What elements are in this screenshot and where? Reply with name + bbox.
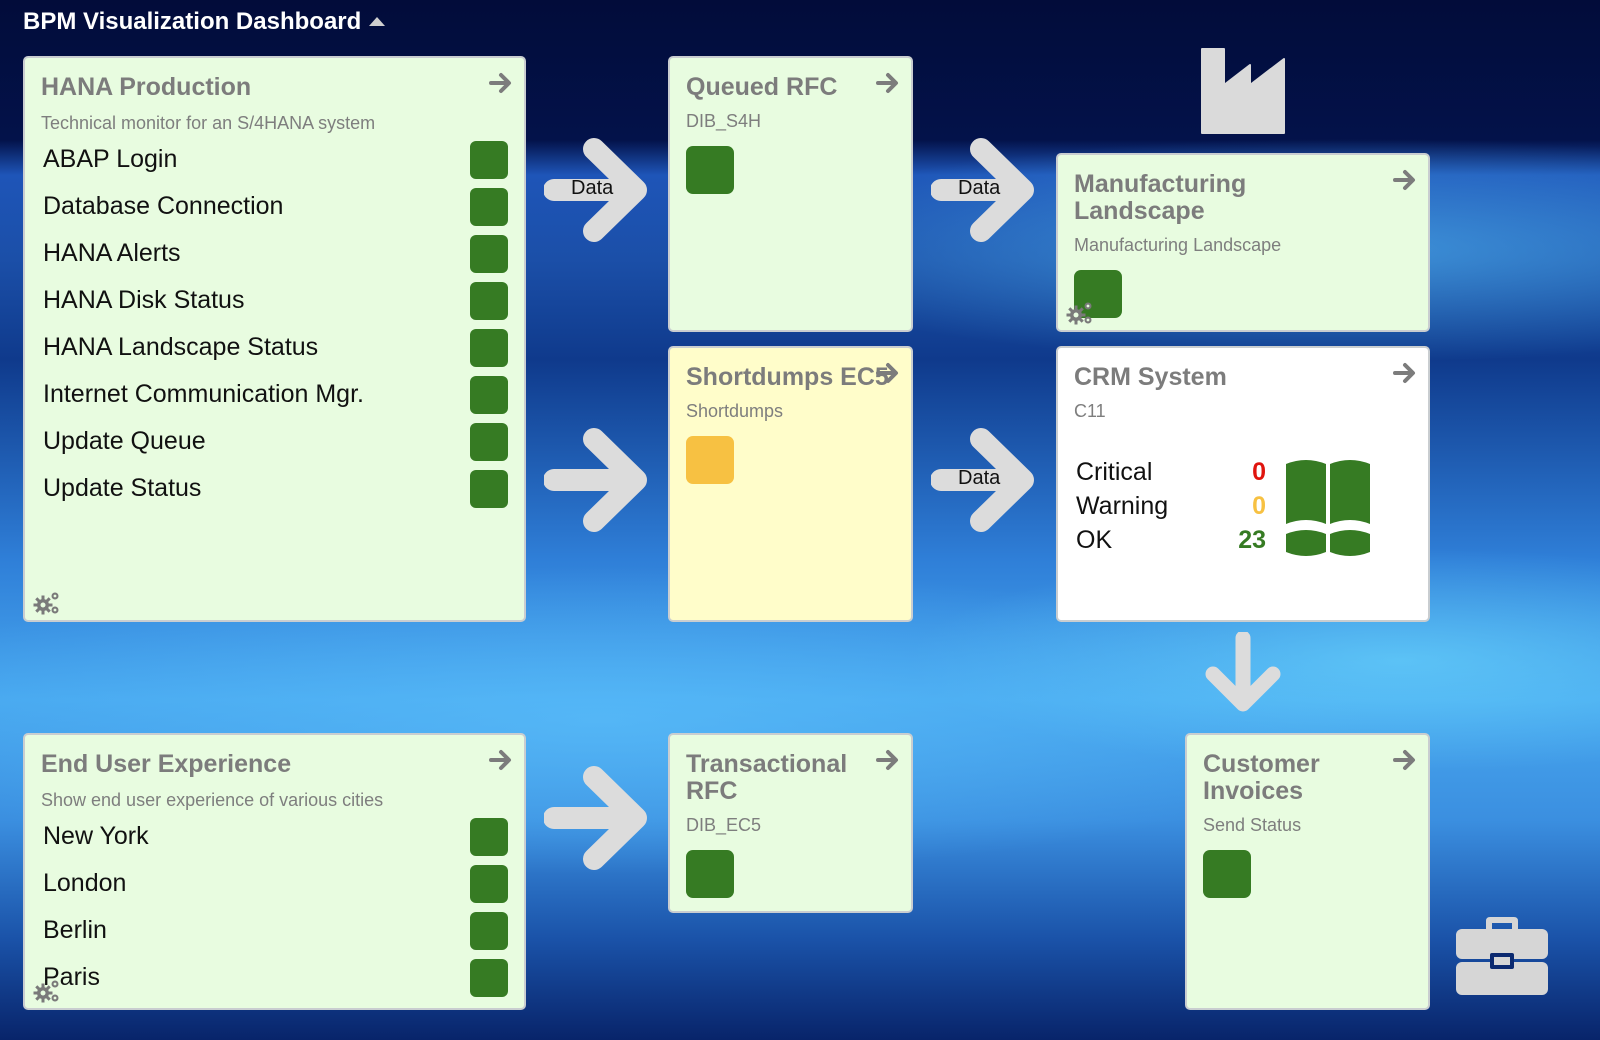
city-list: New York London Berlin Paris — [41, 813, 508, 1001]
count-value-ok: 23 — [1238, 526, 1266, 554]
card-title: Transactional RFC — [686, 750, 848, 805]
count-label-ok: OK — [1076, 526, 1113, 554]
count-value-warning: 0 — [1252, 492, 1266, 520]
card-crm-system[interactable]: CRM System C11 Critical 0 Warning 0 OK 2… — [1056, 346, 1430, 622]
arrow-right-icon — [544, 763, 648, 873]
item-label: Internet Communication Mgr. — [43, 380, 364, 408]
card-title: End User Experience — [41, 750, 292, 778]
status-ok-tile[interactable] — [470, 140, 508, 179]
card-title: CRM System — [1074, 363, 1227, 391]
connector-label: Data — [571, 177, 614, 199]
item-label: Update Status — [43, 474, 202, 502]
status-ok-tile[interactable] — [470, 958, 508, 997]
item-label: London — [43, 869, 127, 897]
connector-arrow: Data — [544, 135, 648, 245]
status-ok-tile[interactable] — [1203, 850, 1251, 898]
status-ok-tile[interactable] — [686, 850, 734, 898]
settings-gears-icon[interactable] — [33, 590, 61, 616]
item-label: Berlin — [43, 916, 107, 944]
card-manufacturing-landscape[interactable]: Manufacturing Landscape Manufacturing La… — [1056, 153, 1430, 332]
list-item[interactable]: London — [41, 860, 508, 907]
card-transactional-rfc[interactable]: Transactional RFC DIB_EC5 — [668, 733, 913, 913]
list-item[interactable]: Update Queue — [41, 418, 508, 465]
card-title: Shortdumps EC5 — [686, 363, 889, 391]
card-customer-invoices[interactable]: Customer Invoices Send Status — [1185, 733, 1430, 1010]
connector-arrow: Data — [931, 135, 1035, 245]
navigate-arrow-icon[interactable] — [875, 70, 901, 96]
connector-label: Data — [958, 177, 1001, 199]
list-item[interactable]: New York — [41, 813, 508, 860]
navigate-arrow-icon[interactable] — [875, 360, 901, 386]
card-title: Customer Invoices — [1203, 750, 1320, 805]
status-ok-tile[interactable] — [470, 187, 508, 226]
card-title: HANA Production — [41, 73, 252, 101]
navigate-arrow-icon[interactable] — [488, 70, 514, 96]
status-ok-tile[interactable] — [686, 146, 734, 194]
card-end-user-experience[interactable]: End User Experience Show end user experi… — [23, 733, 526, 1010]
card-shortdumps-ec5[interactable]: Shortdumps EC5 Shortdumps — [668, 346, 913, 622]
card-queued-rfc[interactable]: Queued RFC DIB_S4H — [668, 56, 913, 332]
list-item[interactable]: HANA Alerts — [41, 230, 508, 277]
card-subtitle: Show end user experience of various citi… — [41, 790, 384, 810]
status-ok-tile[interactable] — [470, 864, 508, 903]
card-subtitle: Technical monitor for an S/4HANA system — [41, 113, 376, 133]
navigate-arrow-icon[interactable] — [1392, 360, 1418, 386]
database-cluster-icon — [1286, 460, 1370, 556]
list-item[interactable]: HANA Landscape Status — [41, 324, 508, 371]
count-label-warning: Warning — [1076, 492, 1169, 520]
item-label: HANA Landscape Status — [43, 333, 319, 361]
card-subtitle: Manufacturing Landscape — [1074, 235, 1282, 255]
monitor-list: ABAP Login Database Connection HANA Aler… — [41, 136, 508, 512]
card-title: Manufacturing Landscape — [1074, 170, 1247, 225]
status-ok-tile[interactable] — [470, 328, 508, 367]
card-subtitle: DIB_S4H — [686, 111, 762, 131]
settings-gears-icon[interactable] — [33, 978, 61, 1004]
connector-arrow: Data — [931, 425, 1035, 535]
connector-label: Data — [958, 467, 1001, 489]
item-label: ABAP Login — [43, 145, 178, 173]
card-subtitle: DIB_EC5 — [686, 815, 762, 835]
factory-icon — [1201, 48, 1285, 134]
status-ok-tile[interactable] — [470, 281, 508, 320]
item-label: Update Queue — [43, 427, 206, 455]
item-label: HANA Disk Status — [43, 286, 245, 314]
status-ok-tile[interactable] — [470, 234, 508, 273]
list-item[interactable]: ABAP Login — [41, 136, 508, 183]
item-label: New York — [43, 822, 149, 850]
list-item[interactable]: Database Connection — [41, 183, 508, 230]
arrow-down-icon — [1205, 632, 1281, 712]
list-item[interactable]: Paris — [41, 954, 508, 1001]
list-item[interactable]: HANA Disk Status — [41, 277, 508, 324]
briefcase-icon[interactable] — [1456, 917, 1548, 995]
item-label: Database Connection — [43, 192, 284, 220]
settings-gears-icon[interactable] — [1066, 300, 1094, 326]
dashboard-title[interactable]: BPM Visualization Dashboard — [23, 8, 386, 36]
status-warning-tile[interactable] — [686, 436, 734, 484]
dashboard-title-text: BPM Visualization Dashboard — [23, 8, 362, 35]
status-ok-tile[interactable] — [470, 469, 508, 508]
count-label-critical: Critical — [1076, 458, 1153, 486]
list-item[interactable]: Internet Communication Mgr. — [41, 371, 508, 418]
card-hana-production[interactable]: HANA Production Technical monitor for an… — [23, 56, 526, 622]
status-ok-tile[interactable] — [470, 817, 508, 856]
status-ok-tile[interactable] — [470, 422, 508, 461]
count-value-critical: 0 — [1252, 458, 1266, 486]
status-ok-tile[interactable] — [470, 911, 508, 950]
item-label: HANA Alerts — [43, 239, 181, 267]
navigate-arrow-icon[interactable] — [488, 747, 514, 773]
card-subtitle: Send Status — [1203, 815, 1302, 835]
list-item[interactable]: Berlin — [41, 907, 508, 954]
navigate-arrow-icon[interactable] — [875, 747, 901, 773]
navigate-arrow-icon[interactable] — [1392, 167, 1418, 193]
arrow-right-icon — [544, 425, 648, 535]
card-subtitle: C11 — [1074, 401, 1106, 421]
list-item[interactable]: Update Status — [41, 465, 508, 512]
navigate-arrow-icon[interactable] — [1392, 747, 1418, 773]
card-title: Queued RFC — [686, 73, 838, 101]
caret-up-icon[interactable] — [369, 16, 386, 26]
connector-arrow — [544, 763, 648, 873]
card-subtitle: Shortdumps — [686, 401, 784, 421]
status-ok-tile[interactable] — [470, 375, 508, 414]
connector-arrow — [544, 425, 648, 535]
